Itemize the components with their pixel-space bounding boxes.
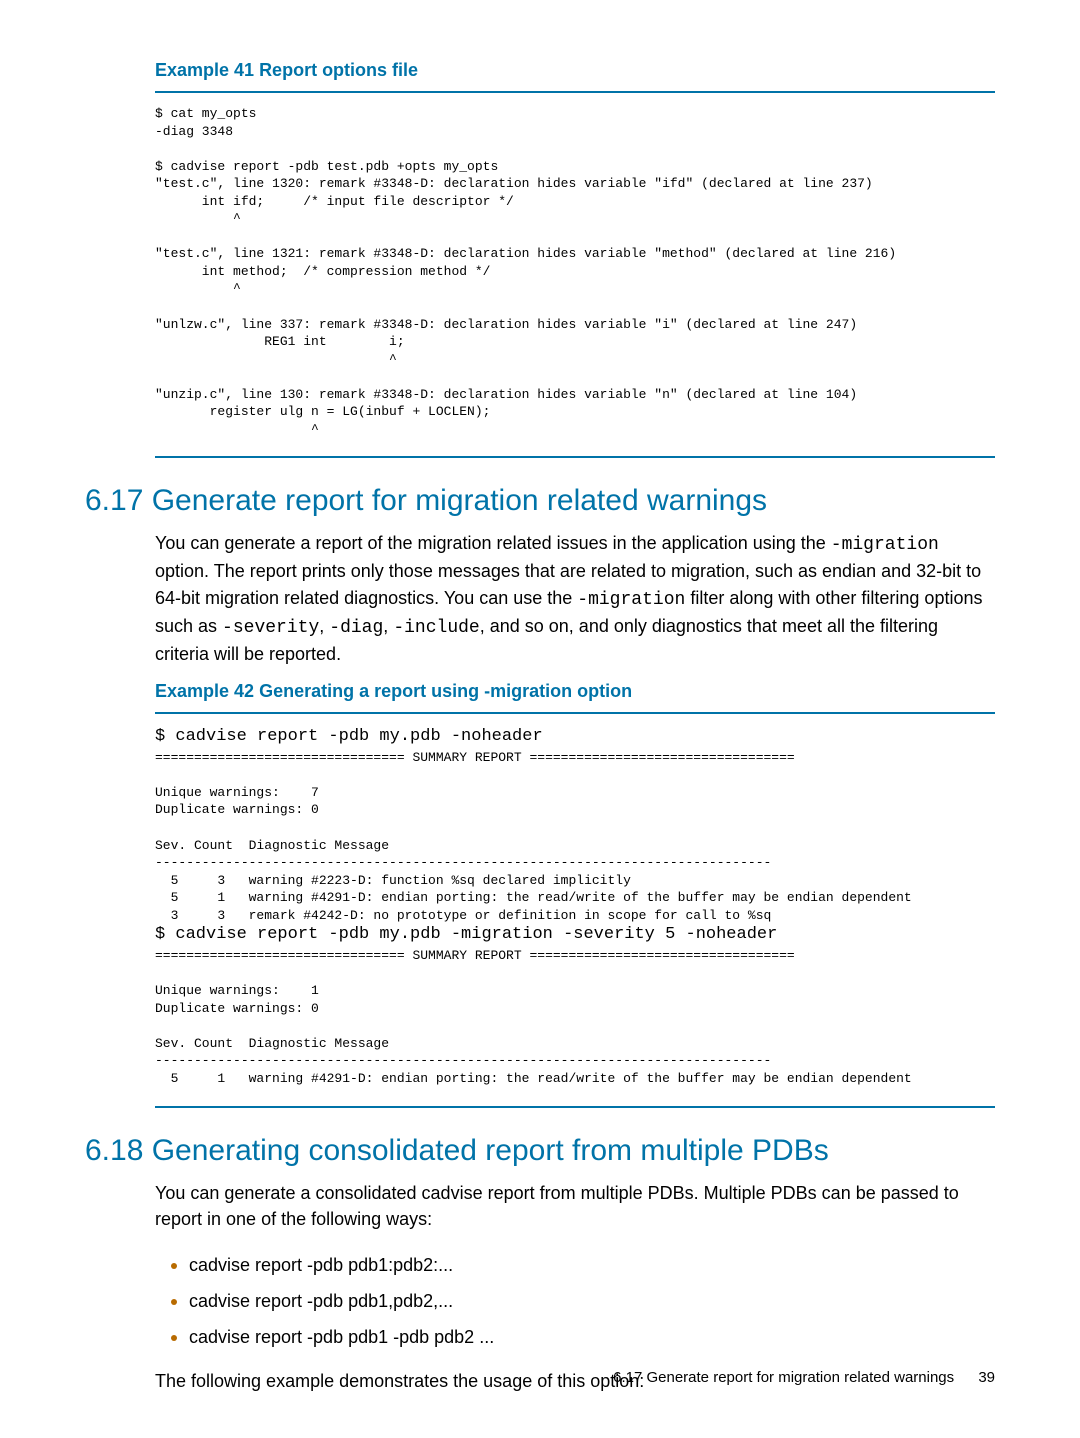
example41-rule-top xyxy=(155,91,995,93)
list-item: cadvise report -pdb pdb1 -pdb pdb2 ... xyxy=(189,1318,995,1354)
example42-rule-bottom xyxy=(155,1106,995,1108)
p617-pre: You can generate a report of the migrati… xyxy=(155,533,831,553)
example42-block2: ================================ SUMMARY… xyxy=(155,948,912,1086)
section-6-17-heading: 6.17 Generate report for migration relat… xyxy=(85,484,995,518)
example42-cmd1: $ cadvise report -pdb my.pdb -noheader xyxy=(155,727,543,746)
list-item: cadvise report -pdb pdb1,pdb2,... xyxy=(189,1282,995,1318)
page-footer: 6.17 Generate report for migration relat… xyxy=(613,1369,995,1386)
example42-title: Example 42 Generating a report using -mi… xyxy=(155,681,995,702)
example41-code: $ cat my_opts -diag 3348 $ cadvise repor… xyxy=(155,105,995,438)
example42-code: $ cadvise report -pdb my.pdb -noheader =… xyxy=(155,726,995,1088)
example42-rule-top xyxy=(155,712,995,714)
section-6-18-heading: 6.18 Generating consolidated report from… xyxy=(85,1134,995,1168)
section-6-18-intro: You can generate a consolidated cadvise … xyxy=(155,1180,995,1232)
code-diag: -diag xyxy=(329,618,383,638)
code-severity: -severity xyxy=(222,618,319,638)
example41-rule-bottom xyxy=(155,456,995,458)
example42-block1: ================================ SUMMARY… xyxy=(155,750,912,923)
section-6-17-paragraph: You can generate a report of the migrati… xyxy=(155,530,995,666)
code-migration-2: -migration xyxy=(577,590,685,610)
code-include: -include xyxy=(393,618,479,638)
page-number: 39 xyxy=(978,1369,995,1386)
example42-cmd2: $ cadvise report -pdb my.pdb -migration … xyxy=(155,925,777,944)
p617-sep2: , xyxy=(383,616,393,636)
list-item: cadvise report -pdb pdb1:pdb2:... xyxy=(189,1246,995,1282)
code-migration-1: -migration xyxy=(831,535,939,555)
section-6-18-bullets: cadvise report -pdb pdb1:pdb2:... cadvis… xyxy=(155,1246,995,1355)
p617-sep1: , xyxy=(319,616,329,636)
footer-text: 6.17 Generate report for migration relat… xyxy=(613,1369,954,1386)
example41-title: Example 41 Report options file xyxy=(155,60,995,81)
